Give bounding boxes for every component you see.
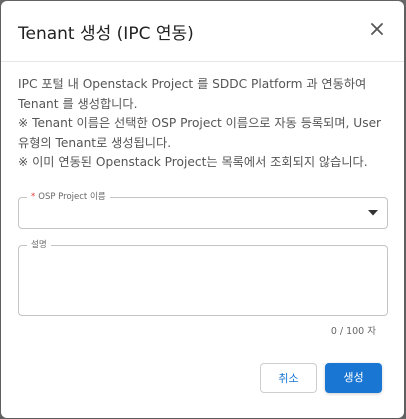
description-textarea[interactable]: 설명 xyxy=(18,239,388,316)
description-line: Tenant 를 생성합니다. xyxy=(18,96,138,111)
description-line: IPC 포털 내 Openstack Project 를 SDDC Platfo… xyxy=(18,77,367,91)
description-line: ※ 이미 연동된 Openstack Project는 목록에서 조회되지 않습… xyxy=(18,155,368,169)
osp-project-label-text: OSP Project 이름 xyxy=(38,192,106,202)
close-button[interactable] xyxy=(363,15,391,43)
cancel-button[interactable]: 취소 xyxy=(260,363,317,393)
dialog-header: Tenant 생성 (IPC 연동) xyxy=(1,1,404,61)
tenant-create-dialog: Tenant 생성 (IPC 연동) IPC 포털 내 Openstack Pr… xyxy=(1,1,404,418)
description-label: 설명 xyxy=(27,239,51,251)
dialog-description: IPC 포털 내 Openstack Project 를 SDDC Platfo… xyxy=(18,75,393,173)
osp-project-select[interactable]: * OSP Project 이름 xyxy=(18,191,388,229)
description-line: 유형의 Tenant로 생성됩니다. xyxy=(18,135,172,150)
create-button[interactable]: 생성 xyxy=(325,363,382,393)
dialog-title: Tenant 생성 (IPC 연동) xyxy=(18,24,194,44)
caret-down-icon xyxy=(368,210,378,216)
header-divider xyxy=(1,61,404,62)
required-mark: * xyxy=(31,192,36,202)
char-counter: 0 / 100 자 xyxy=(330,326,376,337)
osp-project-label: * OSP Project 이름 xyxy=(27,191,110,203)
close-icon xyxy=(371,23,383,35)
description-line: ※ Tenant 이름은 선택한 OSP Project 이름으로 자동 등록되… xyxy=(18,116,382,130)
